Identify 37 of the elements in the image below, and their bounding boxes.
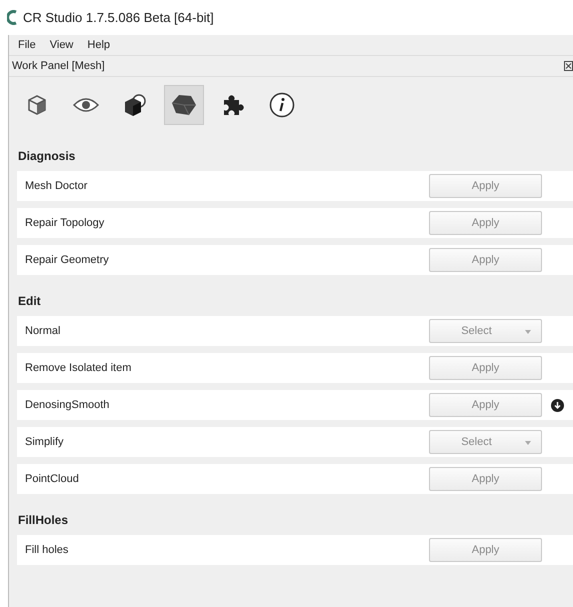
row-label: Normal (25, 324, 62, 339)
tab[interactable] (164, 85, 204, 125)
row-label: Remove Isolated item (25, 360, 132, 376)
puzzle-icon (222, 94, 244, 116)
app-logo-icon (7, 10, 17, 25)
eye-icon (73, 97, 99, 113)
section-heading: Edit (17, 293, 42, 310)
row-label: Repair Geometry (25, 252, 110, 268)
apply-button[interactable]: Apply (429, 538, 542, 562)
apply-button[interactable]: Apply (429, 467, 542, 491)
section-heading: Diagnosis (17, 148, 76, 165)
apply-button[interactable]: Apply (429, 248, 542, 272)
menu-item[interactable]: File (18, 36, 36, 54)
polyhedron-icon (171, 93, 197, 117)
apply-button[interactable]: Apply (429, 393, 542, 417)
panel-title: Work Panel [Mesh] (12, 58, 105, 74)
select-dropdown[interactable]: Select (429, 319, 542, 343)
caret-icon (525, 441, 531, 445)
row-label: Repair Topology (25, 216, 106, 231)
row-label: Mesh Doctor (25, 178, 88, 194)
row-label: PointCloud (25, 472, 80, 487)
select-dropdown[interactable]: Select (429, 430, 542, 454)
apply-button[interactable]: Apply (429, 211, 542, 235)
apply-button[interactable]: Apply (429, 356, 542, 380)
caret-icon (525, 330, 531, 334)
menu-item[interactable]: Help (87, 36, 110, 54)
row-label: Fill holes (25, 542, 70, 558)
row-label: DenosingSmooth (25, 398, 110, 413)
window-title: CR Studio 1.7.5.086 Beta [64-bit] (23, 8, 214, 27)
cube-sphere-icon (122, 92, 148, 118)
section-heading: FillHoles (17, 512, 70, 529)
download-icon[interactable] (551, 398, 564, 412)
close-icon[interactable] (564, 61, 573, 71)
apply-button[interactable]: Apply (429, 174, 542, 198)
menu-item[interactable]: View (50, 36, 74, 54)
row-label: Simplify (25, 434, 65, 450)
info-icon (269, 92, 295, 118)
